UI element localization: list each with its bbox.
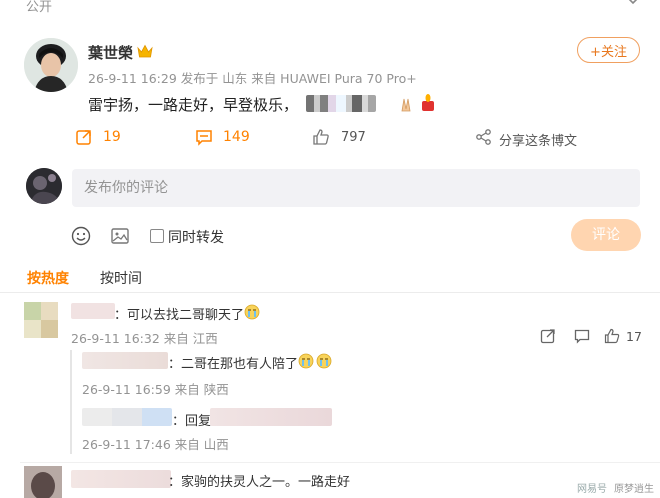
my-avatar [26, 168, 62, 204]
emoji-icon[interactable] [71, 226, 91, 246]
reply-text: ：二哥在那也有人陪了 [168, 357, 299, 372]
tab-sort-time[interactable]: 按时间 [100, 268, 142, 288]
cry-emoji-icon [244, 304, 260, 320]
reply-thread-bar [70, 350, 72, 454]
repost-count[interactable]: 19 [103, 129, 121, 145]
commenter-avatar[interactable] [24, 302, 58, 338]
comment-icon[interactable] [195, 128, 213, 146]
author-name[interactable]: 葉世榮 [88, 42, 133, 63]
replier-name-blurred[interactable] [82, 408, 172, 426]
reply-icon[interactable] [574, 328, 590, 344]
blurred-content [306, 95, 376, 112]
comment-count[interactable]: 149 [223, 129, 250, 145]
tabs-divider [0, 292, 660, 293]
visibility-label: 公开 [26, 0, 53, 15]
cry-emoji-icon [316, 353, 332, 369]
vip-crown-icon [137, 44, 153, 59]
reply-text: ：回复 [172, 414, 212, 429]
tab-sort-hot[interactable]: 按热度 [27, 268, 69, 288]
watermark-author: 原梦逍生 [614, 484, 654, 495]
share-icon[interactable] [475, 128, 493, 146]
like-count[interactable]: 797 [341, 130, 366, 145]
repost-checkbox-label: 同时转发 [168, 230, 224, 246]
follow-button[interactable]: +关注 [577, 37, 640, 63]
pray-emoji-icon [397, 95, 415, 113]
like-icon[interactable] [604, 328, 620, 344]
reply-meta: 26-9-11 16:59 来自 陕西 [82, 382, 229, 397]
share-icon[interactable] [540, 328, 556, 344]
reply-target-blurred[interactable] [210, 408, 332, 426]
divider [20, 462, 660, 463]
share-label[interactable]: 分享这条博文 [499, 130, 577, 149]
repost-checkbox[interactable] [150, 229, 164, 243]
watermark-source: 网易号 [577, 484, 607, 495]
commenter-name-blurred[interactable] [71, 303, 115, 319]
comment-like-count[interactable]: 17 [626, 329, 642, 344]
comment-input[interactable]: 发布你的评论 [72, 169, 640, 207]
like-icon[interactable] [312, 128, 330, 146]
submit-comment-button[interactable]: 评论 [571, 219, 641, 251]
candle-emoji-icon [418, 93, 438, 113]
replier-name-blurred[interactable] [82, 352, 168, 369]
author-avatar[interactable] [24, 38, 78, 92]
comment-text: ：家驹的扶灵人之一。一路走好 [168, 475, 351, 490]
cry-emoji-icon [298, 353, 314, 369]
comment-text: ：可以去找二哥聊天了 [114, 308, 245, 323]
reply-meta: 26-9-11 17:46 来自 山西 [82, 437, 229, 452]
post-meta: 26-9-11 16:29 发布于 山东 来自 HUAWEI Pura 70 P… [88, 71, 417, 86]
chevron-down-icon[interactable] [626, 0, 640, 6]
comment-meta: 26-9-11 16:32 来自 江西 [71, 331, 218, 346]
image-icon[interactable] [110, 226, 130, 246]
repost-icon[interactable] [75, 128, 93, 146]
post-content: 雷宇扬，一路走好，早登极乐， [88, 96, 299, 114]
commenter-avatar[interactable] [24, 466, 62, 498]
commenter-name-blurred[interactable] [71, 470, 171, 488]
